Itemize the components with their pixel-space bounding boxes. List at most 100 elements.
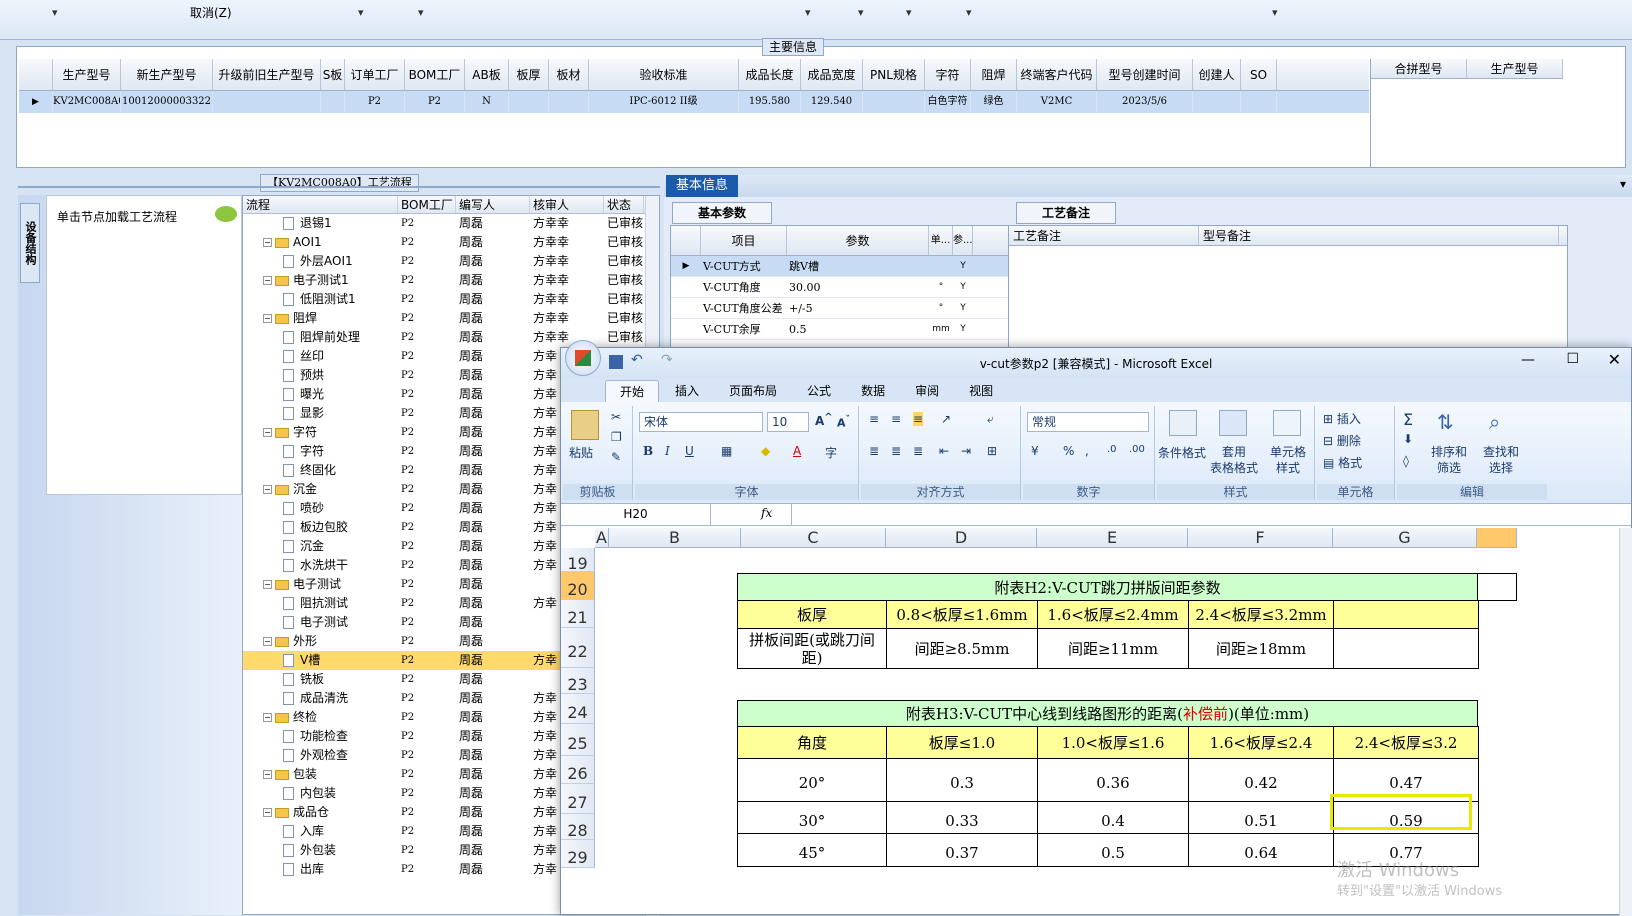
table-cell[interactable]: 2023/5/6 (1097, 91, 1193, 113)
tree-node[interactable]: − 终检 (243, 708, 398, 727)
align-left-icon[interactable]: ≣ (869, 444, 879, 458)
tree-node[interactable]: − 包装 (243, 765, 398, 784)
table-cell[interactable] (1193, 91, 1241, 113)
column-header[interactable]: 新生产型号 (121, 59, 213, 90)
tree-node[interactable]: 低阻测试1 (243, 290, 398, 309)
collapse-icon[interactable]: − (263, 314, 272, 323)
table-cell[interactable] (863, 91, 925, 113)
collapse-icon[interactable]: − (263, 580, 272, 589)
column-header[interactable]: 状态 (604, 196, 644, 213)
bold-icon[interactable]: B (643, 444, 653, 458)
collapse-icon[interactable]: − (263, 485, 272, 494)
collapse-icon[interactable]: − (263, 770, 272, 779)
border-icon[interactable]: ▦ (721, 444, 732, 458)
ribbon-tab[interactable]: 插入 (661, 380, 713, 402)
tree-node[interactable]: 喷砂 (243, 499, 398, 518)
column-header[interactable]: 生产型号 (1467, 59, 1563, 78)
tree-node[interactable]: − 成品仓 (243, 803, 398, 822)
table-cell[interactable]: 0.37 (886, 833, 1038, 867)
name-box[interactable]: H20 (561, 504, 711, 525)
shrink-font-icon[interactable]: Aˇ (837, 414, 850, 430)
increase-decimal-icon[interactable]: .0 (1107, 444, 1117, 455)
chevron-down-icon[interactable]: ▾ (52, 6, 64, 19)
font-size-select[interactable]: 10 (767, 412, 809, 432)
tab-process-remark[interactable]: 工艺备注 (1016, 202, 1116, 224)
tree-node[interactable]: 曝光 (243, 385, 398, 404)
formula-input[interactable] (791, 504, 1611, 525)
table-cell[interactable]: 间距≥8.5mm (886, 628, 1038, 669)
grow-font-icon[interactable]: A^ (815, 412, 833, 428)
tree-node[interactable]: 显影 (243, 404, 398, 423)
tree-node[interactable]: 终固化 (243, 461, 398, 480)
clear-icon[interactable]: ◊ (1403, 454, 1409, 468)
row-number[interactable]: 25 (561, 724, 595, 756)
column-header[interactable]: 生产型号 (53, 59, 121, 90)
phonetic-icon[interactable]: 字 (825, 444, 837, 461)
row-number[interactable]: 21 (561, 600, 595, 628)
table-cell[interactable]: 0.3 (886, 758, 1038, 802)
table-header-cell[interactable]: 2.4<板厚≤3.2 (1333, 726, 1479, 759)
ribbon-tab[interactable]: 公式 (793, 380, 845, 402)
chevron-down-icon[interactable]: ▾ (1272, 6, 1284, 19)
table-cell[interactable] (321, 91, 345, 113)
table-title[interactable]: 附表H3:V-CUT中心线到线路图形的距离(补偿前)(单位:mm) (737, 700, 1478, 727)
tree-node[interactable]: − 沉金 (243, 480, 398, 499)
tree-node[interactable]: 水洗烘干 (243, 556, 398, 575)
row-number[interactable]: 24 (561, 694, 595, 724)
ribbon-tab[interactable]: 数据 (847, 380, 899, 402)
table-header-cell[interactable]: 板厚≤1.0 (886, 726, 1038, 759)
equipment-structure-tab[interactable]: 设备结构 (20, 203, 40, 283)
column-header[interactable]: AB板 (465, 59, 509, 90)
ribbon-tab[interactable]: 视图 (955, 380, 1007, 402)
table-cell[interactable]: 白色字符 (925, 91, 971, 113)
table-cell[interactable]: 0.51 (1188, 801, 1334, 834)
param-row[interactable]: V-CUT余厚 0.5 mm Y (671, 319, 1039, 340)
tree-node[interactable]: 外包装 (243, 841, 398, 860)
table-cell[interactable] (509, 91, 549, 113)
comma-icon[interactable]: , (1085, 444, 1089, 458)
paste-icon[interactable] (571, 410, 599, 440)
delete-button[interactable]: ⊟ 删除 (1323, 432, 1361, 449)
table-cell[interactable]: 间距≥18mm (1188, 628, 1334, 669)
column-letter[interactable]: D (886, 528, 1037, 548)
chevron-down-icon[interactable]: ▾ (906, 6, 918, 19)
param-row[interactable]: ▶ V-CUT方式 跳V槽 Y (671, 256, 1039, 277)
chevron-down-icon[interactable]: ▾ (1620, 177, 1626, 191)
tree-node[interactable]: 出库 (243, 860, 398, 879)
param-value[interactable]: +/-5 (787, 298, 929, 318)
sheet-scrollbar[interactable] (1619, 528, 1632, 916)
column-header[interactable]: 项目 (701, 226, 787, 255)
collapse-icon[interactable]: − (263, 428, 272, 437)
align-top-icon[interactable]: ≡ (869, 412, 879, 426)
tree-node[interactable]: 外层AOI1 (243, 252, 398, 271)
table-cell[interactable]: 0.64 (1188, 833, 1334, 867)
tree-row[interactable]: 外层AOI1 P2 周磊 方幸幸 已审核 (243, 252, 659, 271)
conditional-format-button[interactable]: 条件格式 (1157, 444, 1207, 461)
table-header-cell[interactable]: 角度 (737, 726, 887, 759)
table-cell[interactable]: 0.4 (1037, 801, 1189, 834)
param-value[interactable]: 30.00 (787, 277, 929, 297)
column-header[interactable]: PNL规格 (863, 59, 925, 90)
collapse-icon[interactable]: − (263, 713, 272, 722)
decrease-decimal-icon[interactable]: .00 (1129, 444, 1145, 455)
column-header[interactable]: 工艺备注 (1009, 226, 1199, 245)
chevron-down-icon[interactable]: ▾ (966, 6, 978, 19)
column-header[interactable]: 验收标准 (589, 59, 739, 90)
column-letter[interactable]: F (1188, 528, 1333, 548)
tree-node[interactable]: 沉金 (243, 537, 398, 556)
table-cell[interactable]: 20° (737, 758, 887, 802)
column-header[interactable]: 阻焊 (971, 59, 1017, 90)
table-header-cell[interactable]: 1.6<板厚≤2.4mm (1037, 600, 1189, 629)
row-number[interactable]: 27 (561, 784, 595, 814)
column-header[interactable]: 成品宽度 (801, 59, 863, 90)
chevron-down-icon[interactable]: ▾ (358, 6, 370, 19)
tree-node[interactable]: − AOI1 (243, 233, 398, 252)
chevron-down-icon[interactable]: ▾ (418, 6, 430, 19)
cut-icon[interactable]: ✂ (611, 410, 621, 424)
collapse-icon[interactable]: − (263, 276, 272, 285)
row-number[interactable]: 29 (561, 840, 595, 868)
tree-node[interactable]: 铣板 (243, 670, 398, 689)
column-header[interactable]: 字符 (925, 59, 971, 90)
chevron-down-icon[interactable]: ▾ (858, 6, 870, 19)
table-cell[interactable]: 0.42 (1188, 758, 1334, 802)
